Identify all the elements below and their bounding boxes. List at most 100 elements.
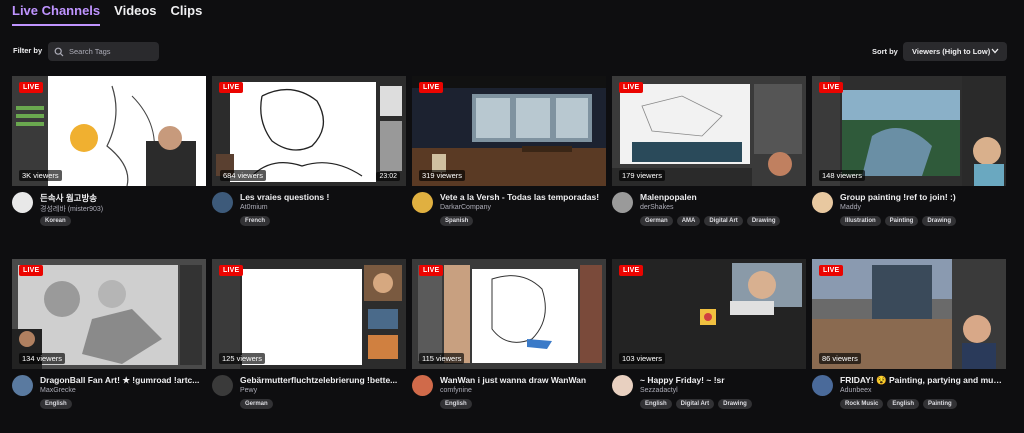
stream-meta: FRIDAY! 😵 Painting, partying and musi...… bbox=[812, 369, 1006, 415]
stream-thumbnail[interactable]: LIVE 125 viewers bbox=[212, 259, 406, 369]
avatar[interactable] bbox=[612, 192, 633, 213]
chevron-down-icon bbox=[991, 48, 999, 54]
stream-meta: 든속사 웜고방송 경성레바 (mister903) Korean bbox=[12, 186, 206, 232]
stream-title[interactable]: Vete a la Versh - Todas las temporadas! bbox=[440, 192, 604, 202]
stream-card: LIVE 103 viewers ~ Happy Friday! ~ !sr S… bbox=[612, 259, 806, 415]
channel-name[interactable]: Pewy bbox=[240, 387, 257, 394]
search-tags-input[interactable] bbox=[69, 47, 149, 56]
sort-dropdown[interactable]: Viewers (High to Low) bbox=[903, 42, 1007, 61]
live-badge: LIVE bbox=[19, 82, 44, 93]
avatar[interactable] bbox=[212, 192, 233, 213]
channel-name[interactable]: Adunbeex bbox=[840, 387, 872, 394]
stream-thumbnail[interactable]: LIVE 319 viewers bbox=[412, 76, 606, 186]
tag[interactable]: Painting bbox=[884, 216, 919, 226]
tag[interactable]: English bbox=[640, 399, 672, 409]
search-tags-box[interactable] bbox=[48, 42, 159, 61]
channel-name[interactable]: Maddy bbox=[840, 204, 861, 211]
stream-meta: Group painting !ref to join! :) Maddy Il… bbox=[812, 186, 1006, 232]
stream-thumbnail[interactable]: LIVE 134 viewers bbox=[12, 259, 206, 369]
stream-thumbnail[interactable]: LIVE 148 viewers bbox=[812, 76, 1006, 186]
live-badge: LIVE bbox=[819, 265, 844, 276]
channel-name[interactable]: Sezzadactyl bbox=[640, 387, 678, 394]
avatar[interactable] bbox=[812, 192, 833, 213]
tag[interactable]: English bbox=[40, 399, 72, 409]
tag[interactable]: Illustration bbox=[840, 216, 881, 226]
tag-list: German bbox=[240, 399, 273, 409]
stream-card: LIVE 86 viewers FRIDAY! 😵 Painting, part… bbox=[812, 259, 1006, 415]
stream-title[interactable]: DragonBall Fan Art! ★ !gumroad !artc... bbox=[40, 375, 204, 386]
avatar[interactable] bbox=[412, 192, 433, 213]
stream-meta: WanWan i just wanna draw WanWan comfynin… bbox=[412, 369, 606, 415]
stream-card: LIVE 684 viewers 23:02 Les vraies questi… bbox=[212, 76, 406, 232]
viewer-count: 125 viewers bbox=[219, 353, 266, 364]
tag[interactable]: Painting bbox=[923, 399, 957, 409]
tag-list: Spanish bbox=[440, 216, 474, 226]
stream-meta: DragonBall Fan Art! ★ !gumroad !artc... … bbox=[12, 369, 206, 415]
tab-live-channels[interactable]: Live Channels bbox=[12, 3, 101, 26]
tag[interactable]: English bbox=[440, 399, 472, 409]
tag[interactable]: Drawing bbox=[746, 216, 781, 226]
channel-name[interactable]: 경성레바 (mister903) bbox=[40, 204, 103, 214]
live-badge: LIVE bbox=[419, 82, 444, 93]
stream-title[interactable]: Group painting !ref to join! :) bbox=[840, 192, 1004, 202]
viewer-count: 179 viewers bbox=[619, 170, 666, 181]
stream-thumbnail[interactable]: LIVE 684 viewers 23:02 bbox=[212, 76, 406, 186]
stream-card: LIVE 134 viewers DragonBall Fan Art! ★ !… bbox=[12, 259, 206, 415]
stream-title[interactable]: 든속사 웜고방송 bbox=[40, 192, 204, 204]
sort-selected-value: Viewers (High to Low) bbox=[912, 47, 991, 56]
stream-thumbnail[interactable]: LIVE 179 viewers bbox=[612, 76, 806, 186]
stream-title[interactable]: Malenpopalen bbox=[640, 192, 804, 202]
stream-card: LIVE 125 viewers Gebärmutterfluchtzelebr… bbox=[212, 259, 406, 415]
stream-title[interactable]: Gebärmutterfluchtzelebrierung !bette... bbox=[240, 375, 404, 385]
tag[interactable]: German bbox=[240, 399, 273, 409]
tab-videos[interactable]: Videos bbox=[114, 3, 156, 26]
stream-duration: 23:02 bbox=[376, 172, 400, 181]
stream-thumbnail[interactable]: LIVE 3K viewers bbox=[12, 76, 206, 186]
stream-title[interactable]: Les vraies questions ! bbox=[240, 192, 404, 202]
tag[interactable]: Spanish bbox=[440, 216, 474, 226]
tag[interactable]: Digital Art bbox=[704, 216, 743, 226]
stream-card: LIVE 319 viewers Vete a la Versh - Todas… bbox=[412, 76, 606, 232]
channel-name[interactable]: MaxGrecke bbox=[40, 387, 76, 394]
tag[interactable]: Korean bbox=[40, 216, 71, 226]
viewer-count: 86 viewers bbox=[819, 353, 861, 364]
tag[interactable]: French bbox=[240, 216, 271, 226]
channel-name[interactable]: At0mium bbox=[240, 204, 268, 211]
stream-title[interactable]: WanWan i just wanna draw WanWan bbox=[440, 375, 604, 385]
tag[interactable]: AMA bbox=[676, 216, 701, 226]
tag-list: Korean bbox=[40, 216, 71, 226]
channel-name[interactable]: DarkarCompany bbox=[440, 204, 491, 211]
channel-name[interactable]: comfynine bbox=[440, 387, 472, 394]
tab-bar: Live Channels Videos Clips bbox=[12, 3, 202, 26]
tag-list: Illustration Painting Drawing bbox=[840, 216, 957, 226]
stream-meta: Les vraies questions ! At0mium French bbox=[212, 186, 406, 232]
stream-thumbnail[interactable]: LIVE 103 viewers bbox=[612, 259, 806, 369]
tag[interactable]: German bbox=[640, 216, 673, 226]
avatar[interactable] bbox=[12, 192, 33, 213]
tag[interactable]: Rock Music bbox=[840, 399, 884, 409]
live-badge: LIVE bbox=[619, 82, 644, 93]
filter-label: Filter by bbox=[13, 46, 43, 55]
tag[interactable]: Drawing bbox=[922, 216, 957, 226]
stream-thumbnail[interactable]: LIVE 86 viewers bbox=[812, 259, 1006, 369]
tag-list: English Digital Art Drawing bbox=[640, 399, 752, 409]
stream-card: LIVE 148 viewers Group painting !ref to … bbox=[812, 76, 1006, 232]
tab-clips[interactable]: Clips bbox=[171, 3, 203, 26]
stream-title[interactable]: ~ Happy Friday! ~ !sr bbox=[640, 375, 804, 385]
avatar[interactable] bbox=[812, 375, 833, 396]
avatar[interactable] bbox=[412, 375, 433, 396]
tag[interactable]: Digital Art bbox=[675, 399, 715, 409]
tag[interactable]: English bbox=[887, 399, 920, 409]
avatar[interactable] bbox=[612, 375, 633, 396]
stream-title[interactable]: FRIDAY! 😵 Painting, partying and musi... bbox=[840, 375, 1004, 386]
stream-card: LIVE 115 viewers WanWan i just wanna dra… bbox=[412, 259, 606, 415]
live-badge: LIVE bbox=[819, 82, 844, 93]
stream-meta: Malenpopalen derShakes German AMA Digita… bbox=[612, 186, 806, 232]
avatar[interactable] bbox=[212, 375, 233, 396]
viewer-count: 684 viewers bbox=[220, 170, 267, 181]
channel-name[interactable]: derShakes bbox=[640, 204, 673, 211]
stream-thumbnail[interactable]: LIVE 115 viewers bbox=[412, 259, 606, 369]
avatar[interactable] bbox=[12, 375, 33, 396]
tag[interactable]: Drawing bbox=[718, 399, 752, 409]
viewer-count: 3K viewers bbox=[19, 170, 62, 181]
